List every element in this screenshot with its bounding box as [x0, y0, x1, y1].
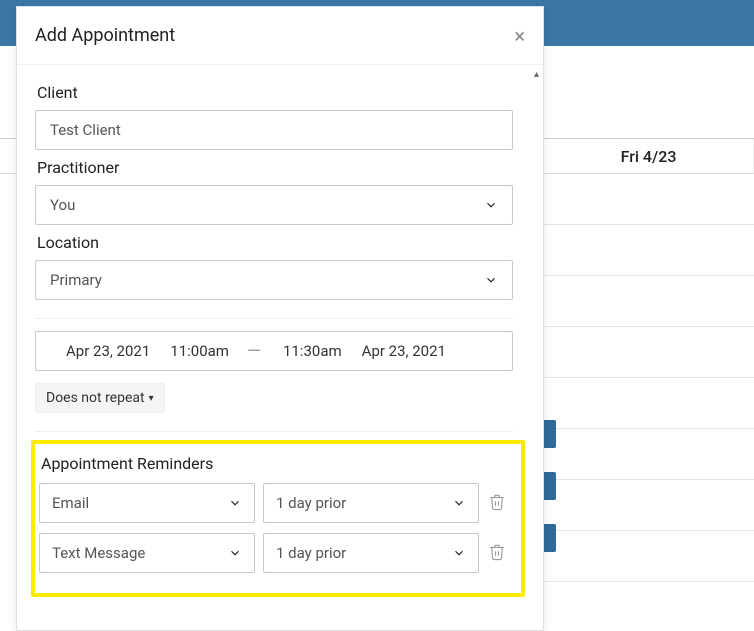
reminder-row: Text Message 1 day prior	[39, 533, 517, 573]
repeat-button[interactable]: Does not repeat ▾	[35, 383, 165, 413]
end-date[interactable]: Apr 23, 2021	[362, 342, 446, 360]
location-select[interactable]: Primary	[35, 260, 513, 300]
reminders-section-label: Appointment Reminders	[41, 454, 515, 473]
appointment-reminders-section: Appointment Reminders Email 1 day prior …	[31, 440, 525, 597]
trash-icon[interactable]	[487, 543, 507, 563]
location-selected: Primary	[50, 271, 102, 289]
chevron-down-icon	[452, 546, 466, 560]
repeat-section: Does not repeat ▾	[35, 383, 525, 413]
repeat-label: Does not repeat	[46, 390, 145, 406]
divider	[35, 318, 513, 319]
calendar-day-column-right[interactable]	[544, 174, 754, 631]
practitioner-select[interactable]: You	[35, 185, 513, 225]
reminder-type-value: Email	[52, 494, 89, 512]
client-input-value: Test Client	[50, 121, 121, 139]
calendar-day-header-right[interactable]: Fri 4/23	[544, 139, 754, 173]
divider	[35, 431, 513, 432]
add-appointment-modal: Add Appointment × ▴ Client Test Client P…	[16, 6, 544, 631]
time-separator: —	[247, 341, 261, 362]
practitioner-selected: You	[50, 196, 75, 214]
modal-body: ▴ Client Test Client Practitioner You Lo…	[17, 65, 543, 630]
location-label: Location	[37, 233, 523, 252]
chevron-down-icon	[228, 546, 242, 560]
end-time[interactable]: 11:30am	[283, 342, 342, 360]
scroll-up-icon[interactable]: ▴	[534, 69, 539, 80]
reminder-type-select[interactable]: Email	[39, 483, 255, 523]
start-date[interactable]: Apr 23, 2021	[66, 342, 150, 360]
trash-icon[interactable]	[487, 493, 507, 513]
chevron-down-icon	[228, 496, 242, 510]
reminder-timing-select[interactable]: 1 day prior	[263, 533, 479, 573]
reminder-type-select[interactable]: Text Message	[39, 533, 255, 573]
datetime-row[interactable]: Apr 23, 2021 11:00am — 11:30am Apr 23, 2…	[35, 331, 513, 371]
modal-title: Add Appointment	[35, 25, 175, 46]
close-icon[interactable]: ×	[514, 24, 525, 48]
reminder-row: Email 1 day prior	[39, 483, 517, 523]
chevron-down-icon	[452, 496, 466, 510]
reminder-timing-select[interactable]: 1 day prior	[263, 483, 479, 523]
reminder-timing-value: 1 day prior	[276, 494, 346, 512]
chevron-down-icon	[484, 273, 498, 287]
caret-down-icon: ▾	[149, 393, 154, 404]
client-input[interactable]: Test Client	[35, 110, 513, 150]
modal-header: Add Appointment ×	[17, 7, 543, 65]
client-label: Client	[37, 83, 523, 102]
start-time[interactable]: 11:00am	[170, 342, 229, 360]
reminder-timing-value: 1 day prior	[276, 544, 346, 562]
chevron-down-icon	[484, 198, 498, 212]
reminder-type-value: Text Message	[52, 544, 145, 562]
practitioner-label: Practitioner	[37, 158, 523, 177]
